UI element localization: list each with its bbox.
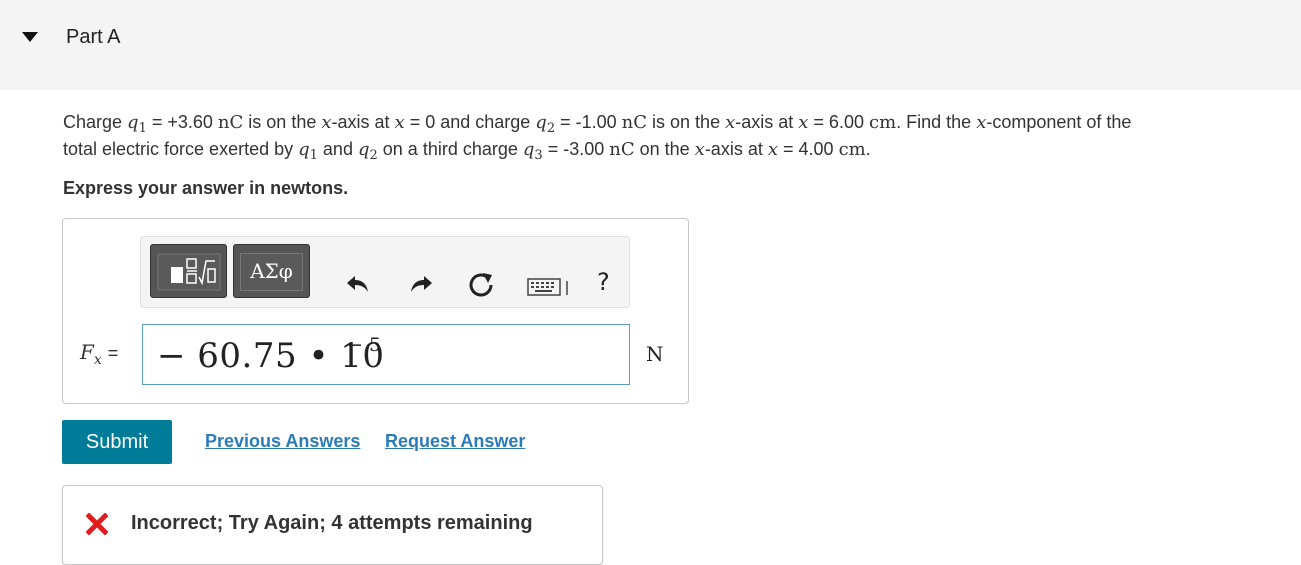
keyboard-icon[interactable] xyxy=(527,277,573,297)
undo-icon[interactable] xyxy=(345,273,371,295)
answer-label: Fx = xyxy=(80,340,119,368)
part-header xyxy=(0,0,1301,90)
previous-answers-link[interactable]: Previous Answers xyxy=(205,431,360,452)
question-text: Charge q1 = +3.60 nC is on the x-axis at… xyxy=(63,112,1132,163)
help-icon[interactable]: ? xyxy=(597,268,610,296)
templates-icon xyxy=(157,253,221,291)
q2-symbol-2: q2 xyxy=(357,139,378,163)
answer-instruction: Express your answer in newtons. xyxy=(63,178,349,198)
reset-icon[interactable] xyxy=(467,271,495,299)
part-title: Part A xyxy=(66,26,121,48)
redo-icon[interactable] xyxy=(408,273,434,295)
answer-exponent: − 5 xyxy=(347,334,382,356)
greek-letters-button[interactable]: ΑΣφ xyxy=(233,244,310,298)
answer-unit: N xyxy=(646,342,664,366)
q2-symbol: q2 xyxy=(535,112,556,136)
greek-letters-label: ΑΣφ xyxy=(250,259,293,283)
incorrect-x-icon xyxy=(86,513,108,535)
templates-button[interactable] xyxy=(150,244,227,298)
q1-symbol-2: q1 xyxy=(298,139,318,163)
collapse-triangle-icon[interactable] xyxy=(22,32,38,42)
feedback-message: Incorrect; Try Again; 4 attempts remaini… xyxy=(131,512,533,534)
submit-button[interactable]: Submit xyxy=(62,420,172,464)
q3-symbol: q3 xyxy=(522,139,543,163)
q1-symbol: q1 xyxy=(127,112,147,136)
request-answer-link[interactable]: Request Answer xyxy=(385,431,525,452)
